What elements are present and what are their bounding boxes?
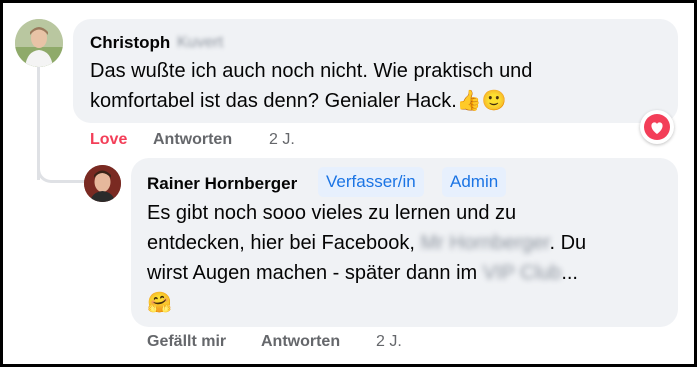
blurred-text: VIP Club [482,262,562,284]
comment-text-line: Das wußte ich auch noch nicht. Wie prakt… [90,60,533,82]
reaction-heart [644,114,670,140]
comment-author[interactable]: Christoph [90,33,170,53]
reply-button[interactable]: Antworten [153,131,232,149]
author-badge: Verfasser/in [318,167,424,197]
reply-author[interactable]: Rainer Hornberger [147,174,297,194]
admin-badge: Admin [442,167,507,197]
avatar[interactable] [84,165,121,202]
comment-text: komfortabel ist das denn? Genialer Hack. [90,90,457,112]
reply-text: ... [561,262,578,284]
reply-text: wirst Augen machen - später dann im [147,262,478,284]
reply-text-line: Es gibt noch sooo vieles zu lernen und z… [147,202,517,224]
hug-emoji: 🤗 [147,292,172,314]
comment-text-line: komfortabel ist das denn? Genialer Hack.… [90,86,507,116]
reply-text: . Du [549,232,587,254]
comment-author-hidden: Kuvert [177,34,224,51]
timestamp[interactable]: 2 J. [269,131,295,149]
reply-text-line: wirst Augen machen - später dann im VIP … [147,258,578,288]
love-reaction-icon[interactable] [640,110,674,144]
comment-bubble: Christoph Kuvert Das wußte ich auch noch… [73,19,678,123]
reply-text-line: entdecken, hier bei Facebook, Mr Hornber… [147,228,586,258]
emoji: 👍🙂 [456,90,507,112]
reply-bubble: Rainer Hornberger Verfasser/in Admin Es … [131,158,678,327]
blurred-text: Mr Hornberger [420,232,550,254]
love-button[interactable]: Love [90,131,127,149]
avatar[interactable] [15,19,63,67]
thread-connector-curve [37,163,85,183]
reply-button[interactable]: Antworten [261,333,340,351]
like-button[interactable]: Gefällt mir [147,333,226,351]
timestamp[interactable]: 2 J. [376,333,402,351]
reply-text: entdecken, hier bei Facebook, [147,232,415,254]
